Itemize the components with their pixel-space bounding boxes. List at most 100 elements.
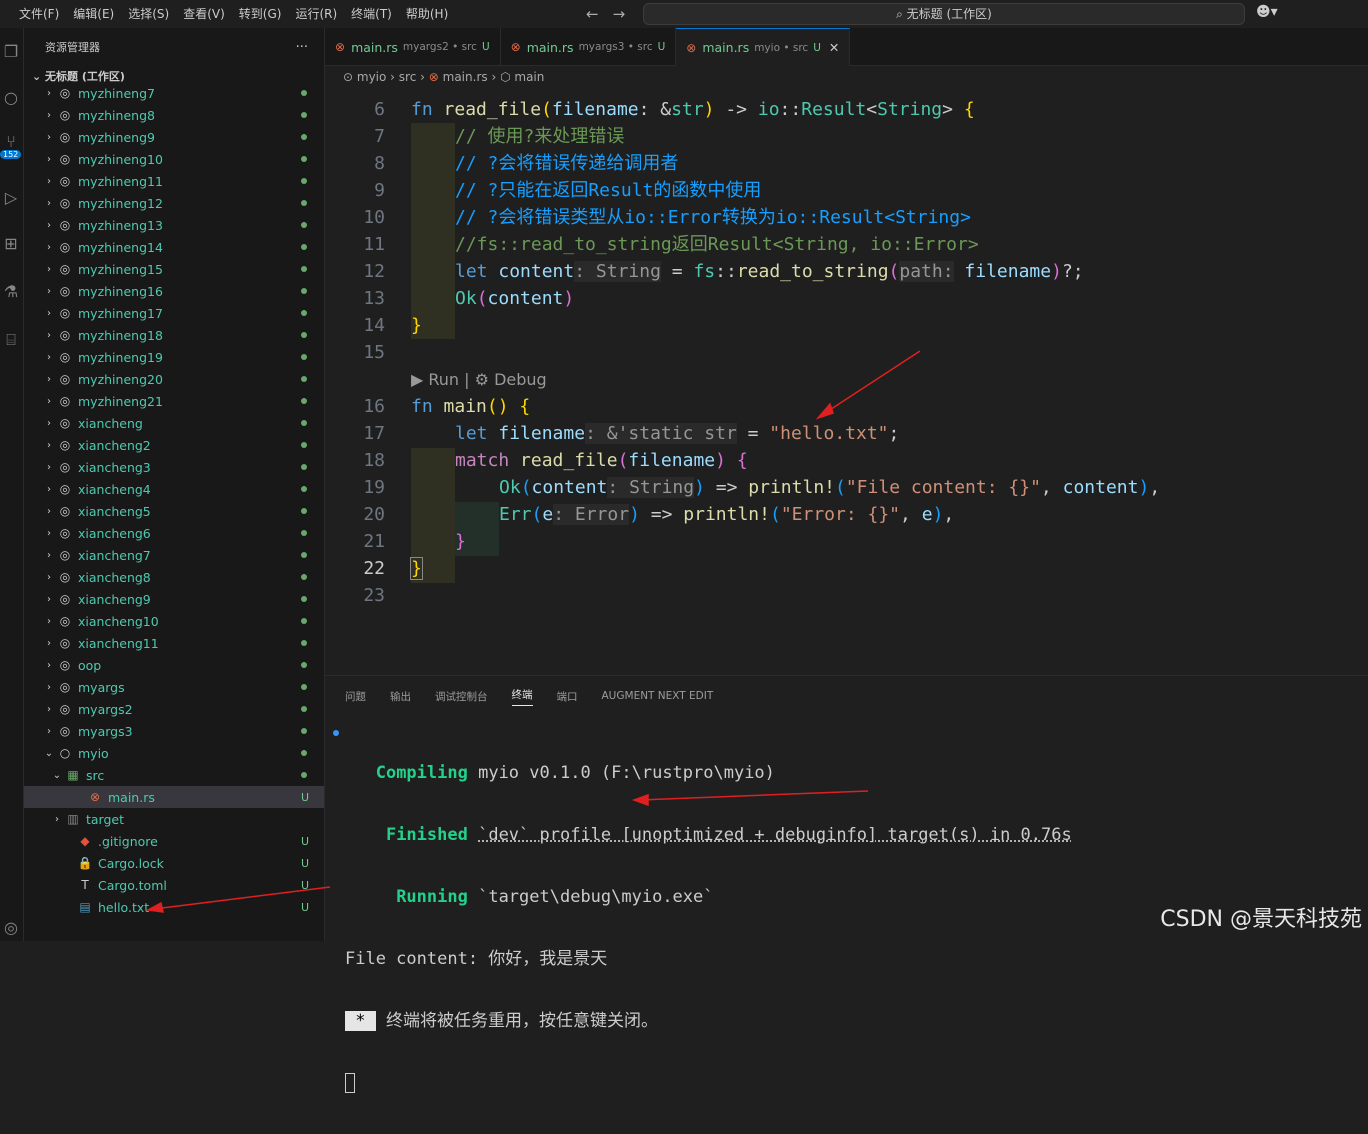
debug-code-lens[interactable]: ⚙ Debug <box>475 370 547 389</box>
panel-tab[interactable]: 端口 <box>557 689 578 704</box>
tree-item-folder[interactable]: ›◎xiancheng4 <box>24 478 325 500</box>
folder-icon: ◎ <box>56 416 74 430</box>
chevron-icon: › <box>42 176 56 187</box>
tree-item-folder[interactable]: ›◎myzhineng8 <box>24 104 325 126</box>
menu-item[interactable]: 转到(G) <box>232 0 289 28</box>
tree-item-folder[interactable]: ›◎myzhineng12 <box>24 192 325 214</box>
panel-tab[interactable]: 终端 <box>512 687 533 706</box>
tree-item-folder[interactable]: ›◎myzhineng13 <box>24 214 325 236</box>
code-line: 17let filename: &'static str = "hello.tx… <box>325 420 1368 447</box>
menu-item[interactable]: 终端(T) <box>344 0 399 28</box>
tree-item-folder[interactable]: ›◎xiancheng <box>24 412 325 434</box>
tree-item-folder[interactable]: ›◎myzhineng17 <box>24 302 325 324</box>
remote-icon[interactable]: ⌸ <box>0 330 22 350</box>
tree-item-target[interactable]: ›▥target <box>24 808 325 830</box>
tree-item-folder[interactable]: ›◎myzhineng10 <box>24 148 325 170</box>
tree-item-folder[interactable]: ›◎myzhineng19 <box>24 346 325 368</box>
tree-item-folder[interactable]: ›◎myargs3 <box>24 720 325 742</box>
menu-item[interactable]: 选择(S) <box>121 0 176 28</box>
tree-item-label: myzhineng20 <box>78 372 163 387</box>
modified-dot <box>301 530 307 536</box>
tree-item-label: src <box>86 768 104 783</box>
command-center-search[interactable]: ⌕ 无标题 (工作区) <box>643 3 1245 25</box>
search-icon: ⌕ <box>896 7 907 21</box>
tab-desc: myargs3 • src <box>579 41 653 53</box>
tree-item-label: myzhineng18 <box>78 328 163 343</box>
tree-item-folder[interactable]: ›◎xiancheng11 <box>24 632 325 654</box>
tree-item-rust-file[interactable]: ⊗main.rsU <box>24 786 325 808</box>
tree-item-text-file[interactable]: ▤hello.txtU <box>24 896 325 918</box>
menu-item[interactable]: 编辑(E) <box>66 0 121 28</box>
panel-tab[interactable]: 调试控制台 <box>435 689 488 704</box>
breadcrumb-item[interactable]: src <box>399 70 417 84</box>
terminal-output[interactable]: Compiling myio v0.1.0 (F:\rustpro\myio) … <box>345 722 1072 1134</box>
tree-item-folder[interactable]: ›◎myzhineng15 <box>24 258 325 280</box>
panel-tab[interactable]: AUGMENT NEXT EDIT <box>602 690 714 702</box>
chevron-icon: › <box>42 616 56 627</box>
breadcrumb-item[interactable]: main <box>514 70 544 84</box>
menu-item[interactable]: 文件(F) <box>12 0 66 28</box>
extensions-icon[interactable]: ⊞ <box>0 234 22 253</box>
explorer-icon[interactable]: ❐ <box>0 42 22 61</box>
modified-dot <box>301 552 307 558</box>
tree-item-git-file[interactable]: ◆.gitignoreU <box>24 830 325 852</box>
run-debug-icon[interactable]: ▷ <box>0 188 22 207</box>
tree-item-folder[interactable]: ›◎xiancheng8 <box>24 566 325 588</box>
tree-item-toml-file[interactable]: TCargo.tomlU <box>24 874 325 896</box>
chevron-icon: ⌄ <box>50 770 64 781</box>
editor-tab[interactable]: ⊗main.rsmyio • srcU✕ <box>676 28 850 66</box>
menu-item[interactable]: 查看(V) <box>176 0 232 28</box>
tree-item-lock-file[interactable]: 🔒Cargo.lockU <box>24 852 325 874</box>
copilot-icon[interactable]: ☻▾ <box>1256 4 1278 20</box>
search-icon[interactable]: ○ <box>0 88 22 107</box>
explorer-sidebar: 资源管理器 ··· ⌄ 无标题 (工作区) ›◎myzhineng7›◎myzh… <box>24 28 325 941</box>
panel-tab[interactable]: 输出 <box>390 689 411 704</box>
source-control-icon[interactable]: ⑂ <box>0 132 22 151</box>
tree-item-src-open[interactable]: ⌄▦src <box>24 764 325 786</box>
back-arrow-icon[interactable]: ← <box>586 0 599 28</box>
tree-item-folder[interactable]: ›◎myargs2 <box>24 698 325 720</box>
tree-item-folder[interactable]: ›◎myzhineng11 <box>24 170 325 192</box>
tree-item-folder[interactable]: ›◎myzhineng18 <box>24 324 325 346</box>
tree-item-folder[interactable]: ›◎myzhineng20 <box>24 368 325 390</box>
tree-item-folder[interactable]: ›◎oop <box>24 654 325 676</box>
tree-item-folder[interactable]: ›◎xiancheng10 <box>24 610 325 632</box>
tree-item-folder[interactable]: ›◎myargs <box>24 676 325 698</box>
close-icon[interactable]: ✕ <box>829 40 839 55</box>
compiling-label: Compiling <box>376 763 468 783</box>
tree-item-label: Cargo.toml <box>98 878 167 893</box>
editor-tab[interactable]: ⊗main.rsmyargs2 • srcU <box>325 28 501 66</box>
menu-item[interactable]: 帮助(H) <box>399 0 455 28</box>
panel-tab[interactable]: 问题 <box>345 689 366 704</box>
tree-item-folder[interactable]: ›◎xiancheng9 <box>24 588 325 610</box>
tree-item-folder[interactable]: ›◎myzhineng14 <box>24 236 325 258</box>
tree-item-folder[interactable]: ›◎xiancheng3 <box>24 456 325 478</box>
editor-tab[interactable]: ⊗main.rsmyargs3 • srcU <box>501 28 677 66</box>
breadcrumb-item[interactable]: main.rs <box>443 70 488 84</box>
chevron-icon: › <box>42 528 56 539</box>
chevron-icon: › <box>42 132 56 143</box>
tree-item-folder-open[interactable]: ⌄○myio <box>24 742 325 764</box>
package-icon: ⊙ <box>343 70 357 84</box>
code-editor[interactable]: 6fn read_file(filename: &str) -> io::Res… <box>325 96 1368 609</box>
chevron-icon: › <box>42 242 56 253</box>
testing-icon[interactable]: ⚗ <box>0 282 22 301</box>
rust-icon: ⊗ <box>511 40 521 54</box>
chevron-icon: › <box>42 220 56 231</box>
account-icon[interactable]: ◎ <box>0 918 22 937</box>
tab-desc: myio • src <box>754 42 808 54</box>
tree-item-folder[interactable]: ›◎myzhineng7 <box>24 82 325 104</box>
tree-item-label: myzhineng14 <box>78 240 163 255</box>
menu-item[interactable]: 运行(R) <box>288 0 344 28</box>
tree-item-folder[interactable]: ›◎xiancheng7 <box>24 544 325 566</box>
forward-arrow-icon[interactable]: → <box>613 0 626 28</box>
run-code-lens[interactable]: ▶ Run <box>411 370 459 389</box>
tree-item-folder[interactable]: ›◎xiancheng2 <box>24 434 325 456</box>
tree-item-folder[interactable]: ›◎myzhineng21 <box>24 390 325 412</box>
tree-item-folder[interactable]: ›◎xiancheng6 <box>24 522 325 544</box>
tree-item-folder[interactable]: ›◎myzhineng16 <box>24 280 325 302</box>
breadcrumb-item[interactable]: myio <box>357 70 386 84</box>
tree-item-folder[interactable]: ›◎myzhineng9 <box>24 126 325 148</box>
more-actions-icon[interactable]: ··· <box>296 28 308 68</box>
tree-item-folder[interactable]: ›◎xiancheng5 <box>24 500 325 522</box>
